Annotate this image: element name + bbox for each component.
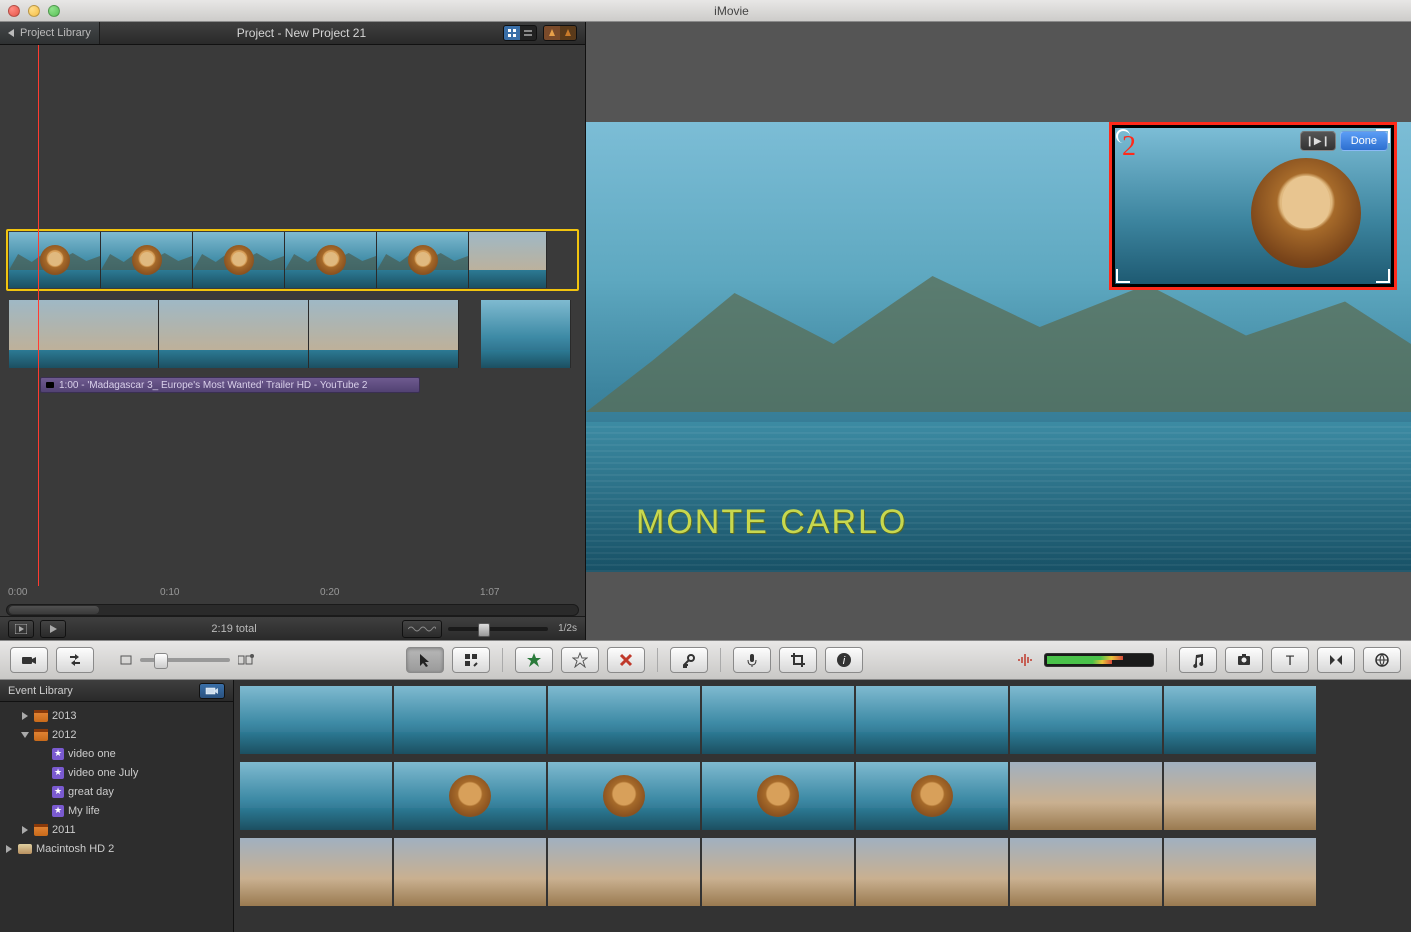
project-footer: 2:19 total 1/2s <box>0 616 585 640</box>
project-library-button[interactable]: Project Library <box>0 22 100 44</box>
title-clip-label: 1:00 - 'Madagascar 3_ Europe's Most Want… <box>59 380 367 391</box>
view-mode-toggle[interactable] <box>503 25 537 41</box>
timeline-zoom-slider[interactable] <box>448 627 548 631</box>
frame-icon <box>120 654 132 666</box>
unmark-button[interactable] <box>561 647 599 673</box>
import-camera-button[interactable] <box>10 647 48 673</box>
play-button[interactable] <box>40 620 66 638</box>
camera-import-icon[interactable] <box>199 683 225 699</box>
tree-drive[interactable]: Macintosh HD 2 <box>0 839 233 858</box>
event-clip-row[interactable] <box>240 686 1405 754</box>
tree-event[interactable]: ★video one <box>0 744 233 763</box>
tree-event[interactable]: ★My life <box>0 801 233 820</box>
waveform-toggle[interactable] <box>402 620 442 638</box>
timeline-zoom-label: 1/2s <box>558 623 577 634</box>
frames-icon <box>238 654 254 666</box>
event-clip-row[interactable] <box>240 762 1405 830</box>
thumbnail-size-slider[interactable] <box>140 658 230 662</box>
titles-browser-button[interactable]: T <box>1271 647 1309 673</box>
project-timeline[interactable]: 1:00 - 'Madagascar 3_ Europe's Most Want… <box>0 45 585 616</box>
edit-tool-button[interactable] <box>452 647 490 673</box>
time-ruler: 0:00 0:10 0:20 1:07 <box>0 582 585 602</box>
favorite-button[interactable] <box>515 647 553 673</box>
playhead[interactable] <box>38 45 39 586</box>
music-browser-button[interactable] <box>1179 647 1217 673</box>
event-sidebar: Event Library 2013 2012 ★video one ★vide… <box>0 680 234 932</box>
voiceover-button[interactable] <box>733 647 771 673</box>
reject-button[interactable] <box>607 647 645 673</box>
pip-overlay[interactable]: 2 ❙▶❙ Done <box>1109 122 1397 290</box>
crop-handle-icon[interactable] <box>1376 269 1390 283</box>
keyword-button[interactable] <box>670 647 708 673</box>
theme-toggle[interactable] <box>543 25 577 41</box>
minimize-window-button[interactable] <box>28 5 40 17</box>
audio-skim-button[interactable] <box>1014 647 1036 673</box>
audio-meter <box>1044 653 1154 667</box>
project-pane: Project Library Project - New Project 21 <box>0 22 586 640</box>
window-titlebar: iMovie <box>0 0 1411 22</box>
event-tree[interactable]: 2013 2012 ★video one ★video one July ★gr… <box>0 702 233 932</box>
pip-done-button[interactable]: Done <box>1340 131 1388 151</box>
timeline-scrollbar[interactable] <box>6 604 579 616</box>
event-browser[interactable] <box>234 680 1411 932</box>
zoom-window-button[interactable] <box>48 5 60 17</box>
chevron-left-icon <box>8 29 14 37</box>
project-library-label: Project Library <box>20 27 91 39</box>
window-title: iMovie <box>60 4 1403 18</box>
crop-handle-icon[interactable] <box>1116 269 1130 283</box>
annotation-label: 2 <box>1122 131 1136 163</box>
inspector-button[interactable]: i <box>825 647 863 673</box>
photo-browser-button[interactable] <box>1225 647 1263 673</box>
title-clip[interactable]: 1:00 - 'Madagascar 3_ Europe's Most Want… <box>40 377 420 393</box>
timeline-clip-row-1[interactable] <box>6 229 579 291</box>
play-fullscreen-button[interactable] <box>8 620 34 638</box>
close-window-button[interactable] <box>8 5 20 17</box>
crop-button[interactable] <box>779 647 817 673</box>
tree-year-2013[interactable]: 2013 <box>0 706 233 725</box>
project-header: Project Library Project - New Project 21 <box>0 22 585 45</box>
tree-year-2011[interactable]: 2011 <box>0 820 233 839</box>
preview-caption: MONTE CARLO <box>636 503 907 542</box>
maps-browser-button[interactable] <box>1363 647 1401 673</box>
preview-pane: MONTE CARLO 2 ❙▶❙ Done <box>586 22 1411 640</box>
project-total-label: 2:19 total <box>72 623 396 635</box>
svg-text:T: T <box>1286 652 1295 668</box>
tree-year-2012[interactable]: 2012 <box>0 725 233 744</box>
swap-panes-button[interactable] <box>56 647 94 673</box>
traffic-lights <box>8 5 60 17</box>
timeline-clip-row-2[interactable] <box>6 297 579 371</box>
tree-event[interactable]: ★great day <box>0 782 233 801</box>
event-library-header: Event Library <box>0 680 233 702</box>
tree-event[interactable]: ★video one July <box>0 763 233 782</box>
project-title: Project - New Project 21 <box>100 26 503 40</box>
transitions-browser-button[interactable] <box>1317 647 1355 673</box>
pip-play-button[interactable]: ❙▶❙ <box>1300 131 1336 151</box>
center-toolbar: i T <box>0 640 1411 680</box>
event-clip-row[interactable] <box>240 838 1405 906</box>
arrow-tool-button[interactable] <box>406 647 444 673</box>
